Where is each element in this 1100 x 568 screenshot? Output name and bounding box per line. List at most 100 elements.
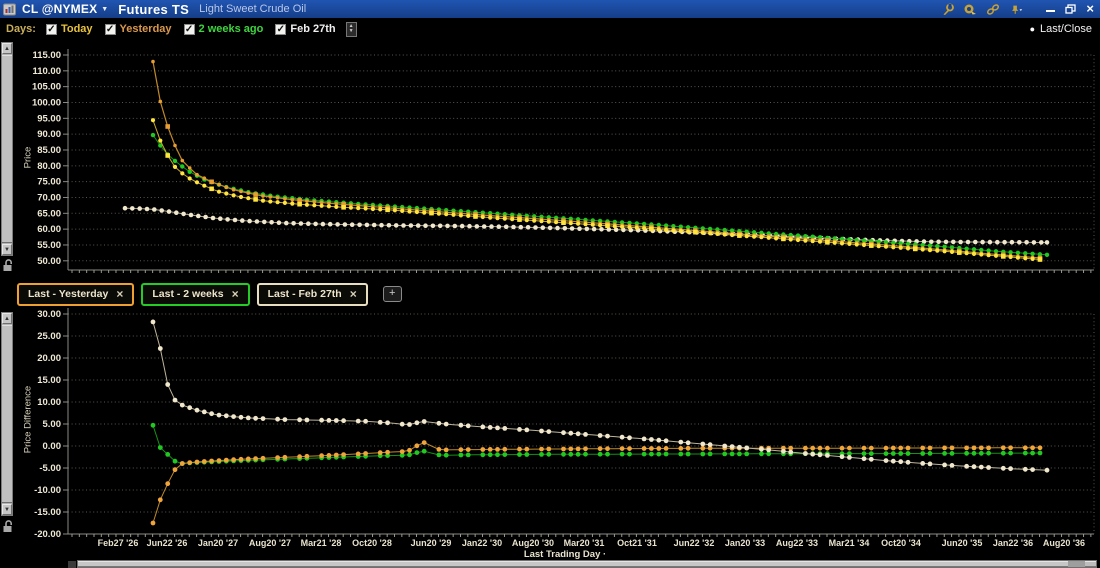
day-spinner[interactable]: ▲ ▼ — [345, 21, 357, 37]
title-bar: CL @NYMEX ▼ Futures TS Light Sweet Crude… — [0, 0, 1100, 18]
scroll-right-icon[interactable] — [1085, 561, 1096, 567]
restore-icon[interactable] — [1065, 4, 1077, 14]
link-icon[interactable] — [986, 3, 1000, 16]
symbol-description: Light Sweet Crude Oil — [199, 3, 307, 15]
unlock-icon[interactable] — [2, 519, 14, 533]
svg-text:105.00: 105.00 — [32, 82, 61, 93]
close-icon[interactable]: × — [232, 287, 239, 301]
days-label: Days: — [6, 23, 36, 35]
svg-text:Jan22 '36: Jan22 '36 — [993, 538, 1033, 548]
spinner-down-icon[interactable]: ▼ — [349, 29, 354, 34]
horizontal-scrollbar[interactable] — [77, 560, 1097, 568]
scroll-up-icon[interactable]: ▲ — [2, 313, 12, 324]
svg-text:90.00: 90.00 — [37, 129, 61, 140]
svg-text:Aug20 '36: Aug20 '36 — [1043, 538, 1085, 548]
day-checkbox-2-weeks-ago[interactable]: ✓ 2 weeks ago — [183, 23, 264, 35]
checkbox-check-icon[interactable]: ✓ — [183, 23, 195, 35]
svg-text:15.00: 15.00 — [37, 375, 61, 386]
svg-text:Oct21 '31: Oct21 '31 — [617, 538, 657, 548]
spread-tag-label: Last - Yesterday — [28, 288, 109, 300]
svg-text:115.00: 115.00 — [32, 50, 61, 61]
quick-trade-icon[interactable] — [963, 3, 977, 16]
day-checkbox-yesterday[interactable]: ✓ Yesterday — [104, 23, 172, 35]
svg-text:5.00: 5.00 — [43, 419, 62, 430]
svg-text:Jun22 '32: Jun22 '32 — [674, 538, 715, 548]
svg-text:80.00: 80.00 — [37, 161, 61, 172]
svg-text:110.00: 110.00 — [32, 66, 61, 77]
price-axis-title: Price — [22, 146, 34, 169]
bottom-chart-scrollbar[interactable]: ▲ ▼ — [1, 312, 13, 516]
scroll-down-icon[interactable]: ▼ — [2, 244, 12, 255]
svg-text:70.00: 70.00 — [37, 192, 61, 203]
svg-text:85.00: 85.00 — [37, 145, 61, 156]
svg-text:20.00: 20.00 — [37, 353, 61, 364]
day-checkbox-label: 2 weeks ago — [198, 23, 264, 35]
day-checkbox-feb-27th[interactable]: ✓ Feb 27th — [275, 23, 336, 35]
svg-text:-5.00: -5.00 — [39, 463, 61, 474]
svg-text:Oct20 '28: Oct20 '28 — [352, 538, 392, 548]
last-close-indicator[interactable]: ● Last/Close — [1030, 23, 1100, 35]
svg-text:-15.00: -15.00 — [34, 507, 61, 518]
unlock-icon[interactable] — [2, 258, 14, 272]
svg-text:Aug20 '27: Aug20 '27 — [249, 538, 291, 548]
resize-grip[interactable] — [68, 561, 76, 568]
close-icon[interactable]: × — [350, 287, 357, 301]
scroll-up-icon[interactable]: ▲ — [2, 43, 12, 54]
price-difference-chart[interactable]: 30.00 25.00 20.00 15.00 10.00 5.00 0.00 -5.00 -1… — [0, 308, 1100, 560]
svg-text:95.00: 95.00 — [37, 113, 61, 124]
top-chart-scrollbar[interactable]: ▲ ▼ — [1, 42, 13, 256]
day-checkbox-label: Feb 27th — [290, 23, 336, 35]
svg-text:Jun22 '26: Jun22 '26 — [147, 538, 188, 548]
spread-tag-last-2-weeks[interactable]: Last - 2 weeks × — [141, 282, 250, 306]
spread-tag-last-feb-27th[interactable]: Last - Feb 27th × — [256, 282, 368, 306]
svg-text:Jun20 '35: Jun20 '35 — [942, 538, 983, 548]
checkbox-check-icon[interactable]: ✓ — [275, 23, 287, 35]
scroll-down-icon[interactable]: ▼ — [2, 504, 12, 515]
svg-text:Mar21 '34: Mar21 '34 — [829, 538, 870, 548]
close-icon[interactable]: × — [1086, 2, 1094, 15]
futures-ts-window: CL @NYMEX ▼ Futures TS Light Sweet Crude… — [0, 0, 1100, 568]
svg-text:Jan22 '30: Jan22 '30 — [462, 538, 502, 548]
chevron-down-icon[interactable]: ▼ — [101, 6, 108, 13]
x-axis-title: Last Trading Day · — [523, 549, 607, 560]
app-title: Futures TS — [118, 1, 190, 17]
svg-text:Jan20 '27: Jan20 '27 — [198, 538, 238, 548]
svg-text:55.00: 55.00 — [37, 240, 61, 251]
day-checkbox-label: Today — [60, 23, 93, 35]
horizontal-scroll-thumb[interactable] — [78, 561, 1068, 567]
day-checkbox-group: ✓ Today ✓ Yesterday ✓ 2 weeks ago ✓ Feb 27th — [45, 23, 336, 35]
svg-text:0.00: 0.00 — [43, 441, 62, 452]
svg-text:Aug22 '33: Aug22 '33 — [776, 538, 818, 548]
spread-tag-label: Last - Feb 27th — [267, 288, 342, 300]
add-spread-button[interactable]: + — [382, 286, 402, 302]
svg-text:50.00: 50.00 — [37, 256, 61, 267]
svg-text:-20.00: -20.00 — [34, 529, 61, 540]
spread-tag-last-yesterday[interactable]: Last - Yesterday × — [17, 282, 135, 306]
svg-text:Mar21 '28: Mar21 '28 — [301, 538, 342, 548]
pin-icon[interactable] — [1009, 3, 1023, 16]
svg-text:Aug20 '30: Aug20 '30 — [512, 538, 554, 548]
svg-text:-10.00: -10.00 — [34, 485, 61, 496]
days-toolbar: Days: ✓ Today ✓ Yesterday ✓ 2 weeks ago ✓ Feb 2… — [0, 18, 1100, 40]
svg-text:Jun20 '29: Jun20 '29 — [411, 538, 452, 548]
svg-text:100.00: 100.00 — [32, 97, 61, 108]
svg-text:Jan20 '33: Jan20 '33 — [725, 538, 765, 548]
spread-tag-label: Last - 2 weeks — [152, 288, 224, 300]
svg-text:25.00: 25.00 — [37, 331, 61, 342]
svg-text:30.00: 30.00 — [37, 309, 61, 320]
day-checkbox-today[interactable]: ✓ Today — [45, 23, 93, 35]
svg-text:75.00: 75.00 — [37, 177, 61, 188]
close-icon[interactable]: × — [116, 287, 123, 301]
minimize-icon[interactable] — [1046, 10, 1056, 12]
checkbox-check-icon[interactable]: ✓ — [104, 23, 116, 35]
symbol-selector[interactable]: CL @NYMEX — [22, 2, 97, 16]
svg-text:Mar20 '31: Mar20 '31 — [564, 538, 605, 548]
wrench-icon[interactable] — [940, 3, 955, 16]
bullet-icon: ● — [1029, 24, 1036, 34]
svg-text:10.00: 10.00 — [37, 397, 61, 408]
svg-text:65.00: 65.00 — [37, 208, 61, 219]
day-checkbox-label: Yesterday — [119, 23, 172, 35]
svg-text:Oct20 '34: Oct20 '34 — [881, 538, 921, 548]
checkbox-check-icon[interactable]: ✓ — [45, 23, 57, 35]
term-structure-chart[interactable]: 115.00 110.00 105.00 100.00 95.00 90.00 85.00 8… — [0, 40, 1100, 278]
